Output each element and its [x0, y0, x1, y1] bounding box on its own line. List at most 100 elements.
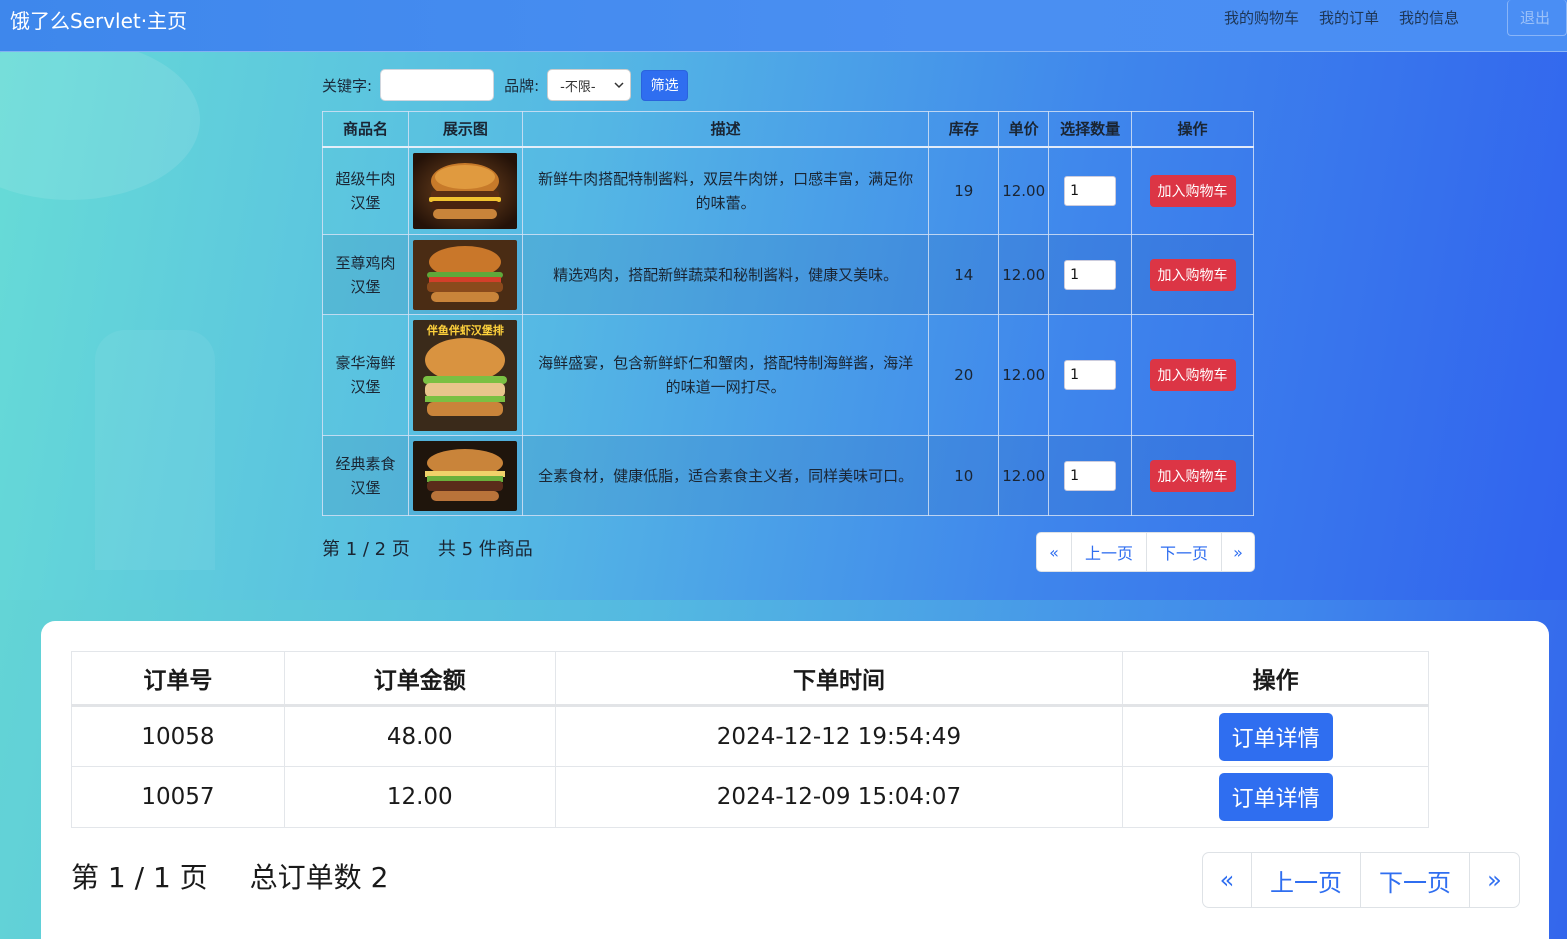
keyword-label: 关键字:: [322, 76, 373, 95]
product-image-cell: 伴鱼伴虾汉堡排: [407, 314, 523, 436]
column-header: 操作: [1122, 651, 1429, 707]
add-to-cart-button[interactable]: 加入购物车: [1149, 258, 1236, 291]
product-description: 精选鸡肉，搭配新鲜蔬菜和秘制酱料，健康又美味。: [521, 234, 930, 315]
orders-page-info: 第 1 / 1 页 总订单数 2: [71, 856, 388, 896]
product-name: 超级牛肉汉堡: [322, 146, 409, 235]
prev-page-button[interactable]: 上一页: [1251, 853, 1360, 907]
image-caption: 伴鱼伴虾汉堡排: [426, 323, 504, 337]
column-header: 展示图: [407, 111, 523, 148]
logout-button[interactable]: 退出: [1507, 0, 1567, 36]
table-row: 豪华海鲜汉堡 伴鱼伴虾汉堡排 海鲜盛宴，包含新鲜虾仁和蟹肉，搭配特制海鲜酱，海洋…: [322, 314, 1254, 436]
table-header-row: 订单号 订单金额 下单时间 操作: [71, 651, 1429, 707]
order-id: 10058: [71, 705, 285, 767]
column-header: 选择数量: [1048, 111, 1133, 148]
seafood-burger-image: 伴鱼伴虾汉堡排: [413, 319, 518, 431]
column-header: 订单号: [71, 651, 285, 707]
order-amount: 12.00: [283, 766, 556, 828]
nav-link-profile[interactable]: 我的信息: [1399, 7, 1459, 28]
quantity-input[interactable]: 1: [1064, 360, 1117, 390]
product-price: 12.00: [998, 234, 1050, 315]
page-indicator: 第 1 / 2 页: [322, 539, 410, 560]
product-stock: 20: [928, 314, 1000, 436]
last-page-button[interactable]: »: [1469, 853, 1519, 907]
total-count: 总订单数 2: [249, 861, 389, 894]
add-to-cart-button[interactable]: 加入购物车: [1149, 459, 1236, 492]
page-indicator: 第 1 / 1 页: [71, 861, 208, 894]
order-id: 10057: [71, 766, 285, 828]
chevron-down-icon: [614, 82, 624, 89]
product-description: 全素食材，健康低脂，适合素食主义者，同样美味可口。: [521, 435, 930, 516]
table-row: 至尊鸡肉汉堡 精选鸡肉，搭配新鲜蔬菜和秘制酱料，健康又美味。 14 12.00 …: [322, 234, 1254, 315]
add-to-cart-button[interactable]: 加入购物车: [1149, 174, 1236, 207]
column-header: 下单时间: [554, 651, 1124, 707]
table-row: 10057 12.00 2024-12-09 15:04:07 订单详情: [71, 766, 1429, 828]
next-page-button[interactable]: 下一页: [1360, 853, 1469, 907]
table-row: 10058 48.00 2024-12-12 19:54:49 订单详情: [71, 705, 1429, 767]
beef-burger-image: [413, 152, 518, 229]
action-cell: 加入购物车: [1131, 435, 1254, 516]
table-row: 超级牛肉汉堡 新鲜牛肉搭配特制酱料，双层牛肉饼，口感丰富，满足你的味蕾。 19 …: [322, 146, 1254, 235]
quantity-input[interactable]: 1: [1064, 460, 1117, 491]
column-header: 商品名: [322, 111, 409, 148]
products-table: 商品名 展示图 描述 库存 单价 选择数量 操作 超级牛肉汉堡 新鲜牛肉搭配特制…: [322, 111, 1254, 516]
quantity-cell: 1: [1048, 234, 1133, 315]
brand-select-value: -不限-: [560, 79, 596, 95]
quantity-cell: 1: [1048, 146, 1133, 235]
last-page-button[interactable]: »: [1221, 533, 1254, 571]
action-cell: 加入购物车: [1131, 146, 1254, 235]
order-amount: 48.00: [283, 705, 556, 767]
quantity-cell: 1: [1048, 314, 1133, 436]
brand-select[interactable]: -不限-: [547, 69, 632, 101]
chicken-burger-image: [413, 239, 518, 310]
product-price: 12.00: [998, 314, 1050, 436]
column-header: 描述: [521, 111, 930, 148]
brand-title[interactable]: 饿了么Servlet·主页: [10, 5, 187, 34]
product-description: 海鲜盛宴，包含新鲜虾仁和蟹肉，搭配特制海鲜酱，海洋的味道一网打尽。: [521, 314, 930, 436]
nav-link-orders[interactable]: 我的订单: [1319, 7, 1379, 28]
column-header: 订单金额: [283, 651, 556, 707]
veggie-burger-image: [413, 440, 518, 511]
order-time: 2024-12-09 15:04:07: [554, 766, 1124, 828]
action-cell: 加入购物车: [1131, 234, 1254, 315]
action-cell: 订单详情: [1122, 705, 1429, 767]
column-header: 单价: [998, 111, 1050, 148]
filter-bar: 关键字: 品牌: -不限- 筛选: [322, 69, 689, 101]
product-price: 12.00: [998, 435, 1050, 516]
background-decoration: [95, 330, 215, 570]
nav-link-cart[interactable]: 我的购物车: [1224, 7, 1299, 28]
quantity-input[interactable]: 1: [1064, 175, 1117, 206]
product-name: 豪华海鲜汉堡: [322, 314, 409, 436]
order-detail-button[interactable]: 订单详情: [1218, 773, 1333, 821]
next-page-button[interactable]: 下一页: [1146, 533, 1221, 571]
product-image-cell: [407, 234, 523, 315]
table-row: 经典素食汉堡 全素食材，健康低脂，适合素食主义者，同样美味可口。 10 12.0…: [322, 435, 1254, 516]
product-name: 经典素食汉堡: [322, 435, 409, 516]
order-detail-button[interactable]: 订单详情: [1218, 712, 1333, 761]
action-cell: 加入购物车: [1131, 314, 1254, 436]
product-name: 至尊鸡肉汉堡: [322, 234, 409, 315]
products-pagination: « 上一页 下一页 »: [1036, 532, 1255, 572]
prev-page-button[interactable]: 上一页: [1071, 533, 1146, 571]
add-to-cart-button[interactable]: 加入购物车: [1149, 359, 1236, 391]
filter-button[interactable]: 筛选: [641, 69, 689, 101]
column-header: 操作: [1131, 111, 1254, 148]
quantity-input[interactable]: 1: [1064, 259, 1117, 290]
product-image-cell: [407, 146, 523, 235]
product-description: 新鲜牛肉搭配特制酱料，双层牛肉饼，口感丰富，满足你的味蕾。: [521, 146, 930, 235]
nav-links: 我的购物车 我的订单 我的信息: [1224, 7, 1459, 28]
products-page-info: 第 1 / 2 页 共 5 件商品: [322, 535, 533, 561]
product-stock: 10: [928, 435, 1000, 516]
keyword-input[interactable]: [380, 69, 495, 101]
product-stock: 14: [928, 234, 1000, 315]
first-page-button[interactable]: «: [1037, 533, 1071, 571]
table-header-row: 商品名 展示图 描述 库存 单价 选择数量 操作: [322, 111, 1254, 148]
navbar: 饿了么Servlet·主页 我的购物车 我的订单 我的信息 退出: [0, 0, 1567, 52]
quantity-cell: 1: [1048, 435, 1133, 516]
product-image-cell: [407, 435, 523, 516]
first-page-button[interactable]: «: [1203, 853, 1251, 907]
orders-pagination: « 上一页 下一页 »: [1202, 852, 1520, 908]
column-header: 库存: [928, 111, 1000, 148]
order-time: 2024-12-12 19:54:49: [554, 705, 1124, 767]
product-stock: 19: [928, 146, 1000, 235]
brand-label: 品牌:: [504, 76, 540, 95]
